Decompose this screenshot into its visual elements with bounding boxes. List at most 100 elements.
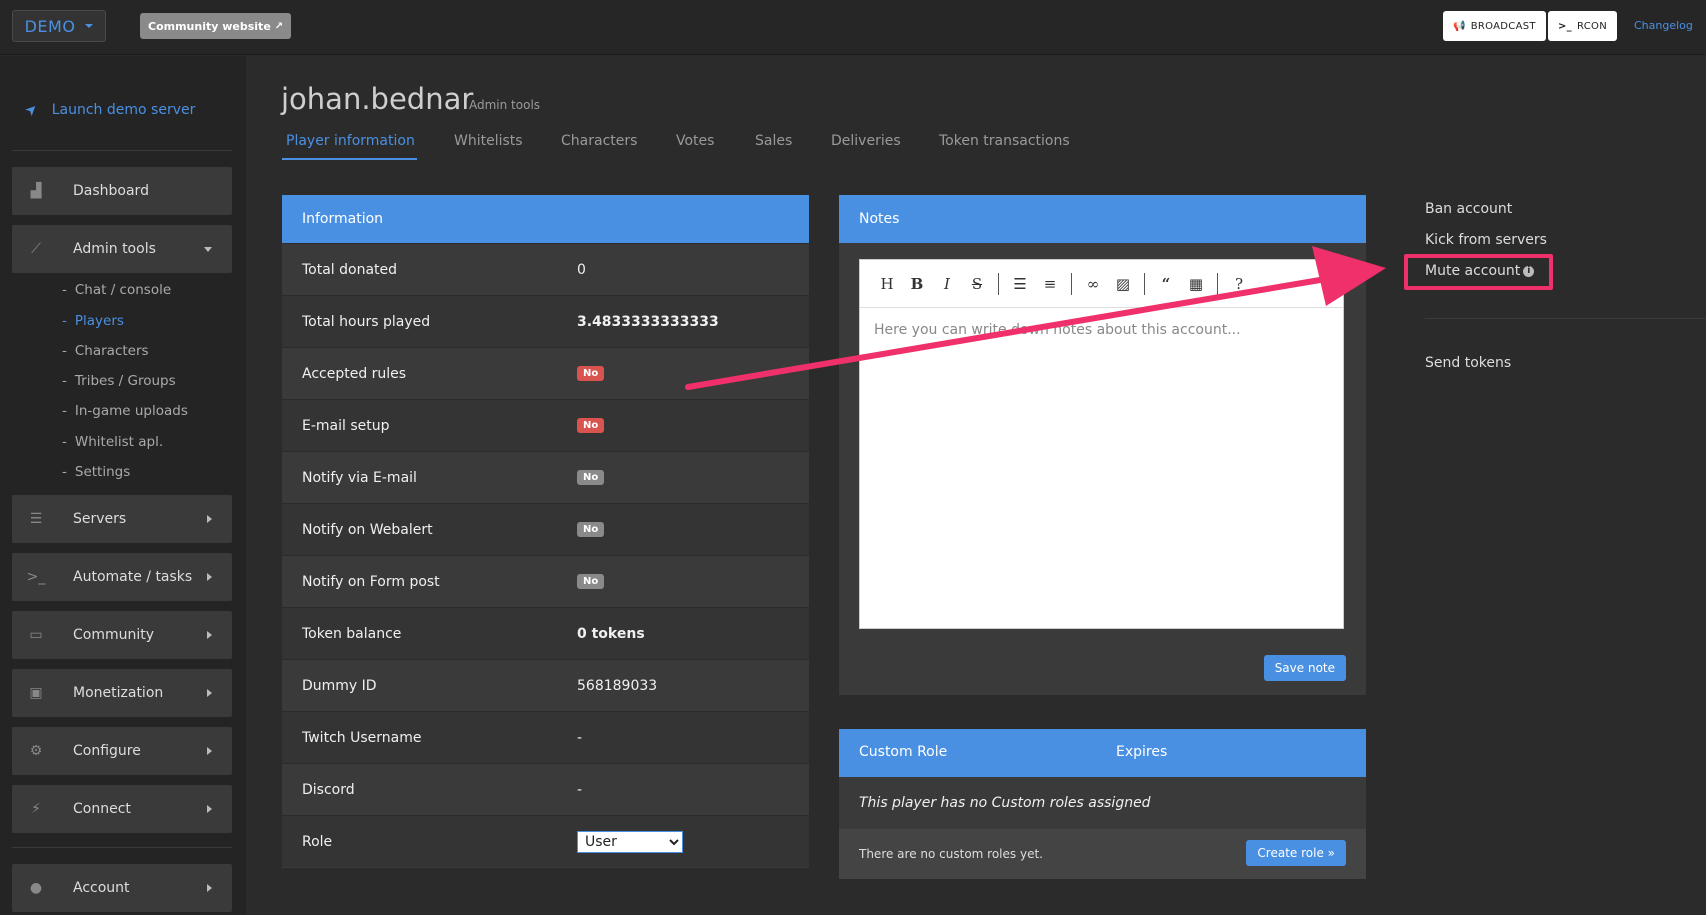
link-icon[interactable]: ∞: [1078, 275, 1108, 293]
table-row: Total hours played 3.4833333333333: [282, 295, 809, 347]
table-row: Dummy ID 568189033: [282, 659, 809, 711]
tab-votes[interactable]: Votes: [676, 133, 714, 149]
sidebar-item-admin-tools[interactable]: ⟋ Admin tools: [12, 225, 232, 273]
sidebar-item-label: Monetization: [73, 685, 164, 701]
sidebar-subitem-characters[interactable]: - Characters: [62, 343, 149, 359]
tab-sales[interactable]: Sales: [755, 133, 792, 149]
table-row: Accepted rules No: [282, 347, 809, 399]
custom-role-empty: This player has no Custom roles assigned: [839, 777, 1366, 829]
table-icon[interactable]: ▦: [1181, 275, 1211, 293]
top-bar: DEMO Community website ↗ 📢 BROADCAST >_ …: [0, 0, 1706, 55]
highlight-box: [1404, 254, 1553, 290]
rcon-label: RCON: [1576, 20, 1607, 32]
sidebar-subitem-tribes-groups[interactable]: - Tribes / Groups: [62, 373, 176, 389]
table-row: Discord -: [282, 763, 809, 815]
chevron-right-icon: [207, 631, 212, 639]
sidebar-divider: [12, 847, 232, 848]
table-row: E-mail setup No: [282, 399, 809, 451]
save-note-button[interactable]: Save note: [1263, 655, 1346, 681]
chevron-right-icon: [207, 573, 212, 581]
sidebar-item-monetization[interactable]: ▣ Monetization: [12, 669, 232, 717]
sidebar-item-community[interactable]: ▭ Community: [12, 611, 232, 659]
rcon-button[interactable]: >_ RCON: [1548, 11, 1617, 41]
area-chart-icon: ▟: [30, 183, 42, 199]
megaphone-icon: 📢: [1453, 20, 1466, 32]
active-tab-indicator: [282, 158, 417, 160]
role-select[interactable]: User: [577, 831, 683, 853]
sidebar-item-label: Servers: [73, 511, 127, 527]
toolbar-divider: [998, 272, 999, 295]
image-icon[interactable]: ▨: [1108, 275, 1138, 293]
row-label: Total donated: [302, 261, 398, 278]
caret-down-icon: [85, 24, 94, 28]
toolbar-divider: [1144, 272, 1145, 295]
row-value: 568189033: [577, 677, 658, 694]
no-custom-roles-text: There are no custom roles yet.: [859, 847, 1043, 861]
row-label: Twitch Username: [302, 729, 422, 746]
row-label: Notify via E-mail: [302, 469, 417, 486]
row-value: -: [577, 781, 583, 798]
chevron-right-icon: [207, 747, 212, 755]
row-label: Notify on Form post: [302, 573, 440, 590]
sidebar-subitem-players[interactable]: - Players: [62, 313, 124, 329]
sidebar-subitem-chat-console[interactable]: - Chat / console: [62, 282, 171, 298]
editor-toolbar: H B I S ☰ ≡ ∞ ▨ “ ▦ ?: [860, 260, 1343, 308]
strikethrough-icon[interactable]: S: [962, 275, 992, 293]
bullet-list-icon[interactable]: ☰: [1005, 275, 1035, 293]
sidebar-item-connect[interactable]: ⚡ Connect: [12, 785, 232, 833]
chevron-right-icon: [207, 515, 212, 523]
plug-icon: ⚡: [31, 801, 41, 817]
external-link-icon: ↗: [274, 20, 284, 32]
send-tokens-link[interactable]: Send tokens: [1425, 355, 1511, 371]
table-row: Token balance 0 tokens: [282, 607, 809, 659]
row-label: Discord: [302, 781, 355, 798]
tab-player-information[interactable]: Player information: [286, 133, 415, 149]
tab-token-transactions[interactable]: Token transactions: [939, 133, 1070, 149]
sidebar-item-configure[interactable]: ⚙ Configure: [12, 727, 232, 775]
changelog-link[interactable]: Changelog: [1634, 19, 1693, 32]
bold-icon[interactable]: B: [902, 275, 932, 293]
quote-icon[interactable]: “: [1151, 275, 1181, 293]
row-label: Token balance: [302, 625, 402, 642]
sidebar-subitem-whitelist-apl[interactable]: - Whitelist apl.: [62, 434, 163, 450]
sidebar-item-servers[interactable]: ☰ Servers: [12, 495, 232, 543]
sidebar-divider: [12, 150, 232, 151]
row-label: Accepted rules: [302, 365, 407, 382]
notes-placeholder: Here you can write down notes about this…: [874, 322, 1241, 338]
custom-role-panel: Custom Role Expires This player has no C…: [839, 729, 1366, 879]
table-row: Notify on Form post No: [282, 555, 809, 607]
italic-icon[interactable]: I: [932, 275, 962, 293]
page-subtitle: Admin tools: [469, 98, 541, 112]
launch-demo-server-link[interactable]: ➤ Launch demo server: [22, 100, 195, 120]
table-row: Twitch Username -: [282, 711, 809, 763]
row-label: Notify on Webalert: [302, 521, 433, 538]
row-label: E-mail setup: [302, 417, 390, 434]
tab-whitelists[interactable]: Whitelists: [454, 133, 523, 149]
notes-editor[interactable]: H B I S ☰ ≡ ∞ ▨ “ ▦ ? Here you can write…: [859, 259, 1344, 629]
tab-deliveries[interactable]: Deliveries: [831, 133, 901, 149]
community-website-button[interactable]: Community website ↗: [140, 13, 292, 39]
sidebar-item-dashboard[interactable]: ▟ Dashboard: [12, 167, 232, 215]
sidebar-item-label: Community: [73, 627, 155, 643]
sidebar-item-account[interactable]: ● Account: [12, 864, 232, 912]
heading-icon[interactable]: H: [872, 275, 902, 293]
sidebar-subitem-settings[interactable]: - Settings: [62, 464, 130, 480]
table-row: Notify on Webalert No: [282, 503, 809, 555]
sidebar-item-automate-tasks[interactable]: >_ Automate / tasks: [12, 553, 232, 601]
numbered-list-icon[interactable]: ≡: [1035, 275, 1065, 293]
kick-from-servers-link[interactable]: Kick from servers: [1425, 232, 1547, 248]
demo-dropdown[interactable]: DEMO: [12, 10, 106, 42]
status-badge: No: [577, 366, 605, 381]
tab-characters[interactable]: Characters: [561, 133, 637, 149]
ban-account-link[interactable]: Ban account: [1425, 201, 1512, 217]
broadcast-label: BROADCAST: [1470, 20, 1536, 32]
actions-divider: [1425, 318, 1706, 319]
create-role-button[interactable]: Create role »: [1246, 840, 1346, 866]
broadcast-button[interactable]: 📢 BROADCAST: [1443, 11, 1546, 41]
status-badge: No: [577, 574, 605, 589]
help-icon[interactable]: ?: [1224, 275, 1254, 293]
sidebar-subitem-ingame-uploads[interactable]: - In-game uploads: [62, 403, 188, 419]
row-label: Total hours played: [302, 313, 431, 330]
row-value: 3.4833333333333: [577, 313, 719, 330]
sidebar-item-label: Connect: [73, 801, 131, 817]
